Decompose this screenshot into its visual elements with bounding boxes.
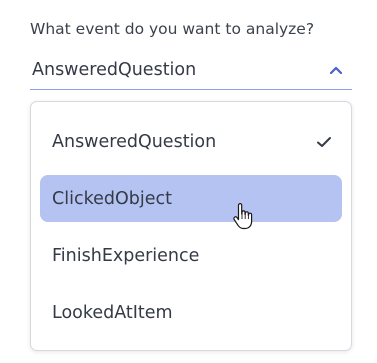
event-select[interactable]: AnsweredQuestion	[30, 54, 352, 90]
select-value: AnsweredQuestion	[32, 60, 197, 80]
question-label: What event do you want to analyze?	[30, 20, 315, 38]
option-clicked-object[interactable]: ClickedObject	[40, 175, 342, 222]
option-looked-at-item[interactable]: LookedAtItem	[40, 289, 342, 336]
option-label: FinishExperience	[52, 245, 200, 266]
chevron-up-icon[interactable]	[328, 63, 344, 77]
option-finish-experience[interactable]: FinishExperience	[40, 232, 342, 279]
check-icon	[317, 136, 331, 147]
option-label: LookedAtItem	[52, 302, 173, 323]
option-label: AnsweredQuestion	[52, 131, 217, 152]
dropdown-menu: AnsweredQuestion ClickedObject FinishExp…	[30, 101, 352, 351]
option-answered-question[interactable]: AnsweredQuestion	[40, 118, 342, 165]
option-label: ClickedObject	[52, 188, 172, 209]
